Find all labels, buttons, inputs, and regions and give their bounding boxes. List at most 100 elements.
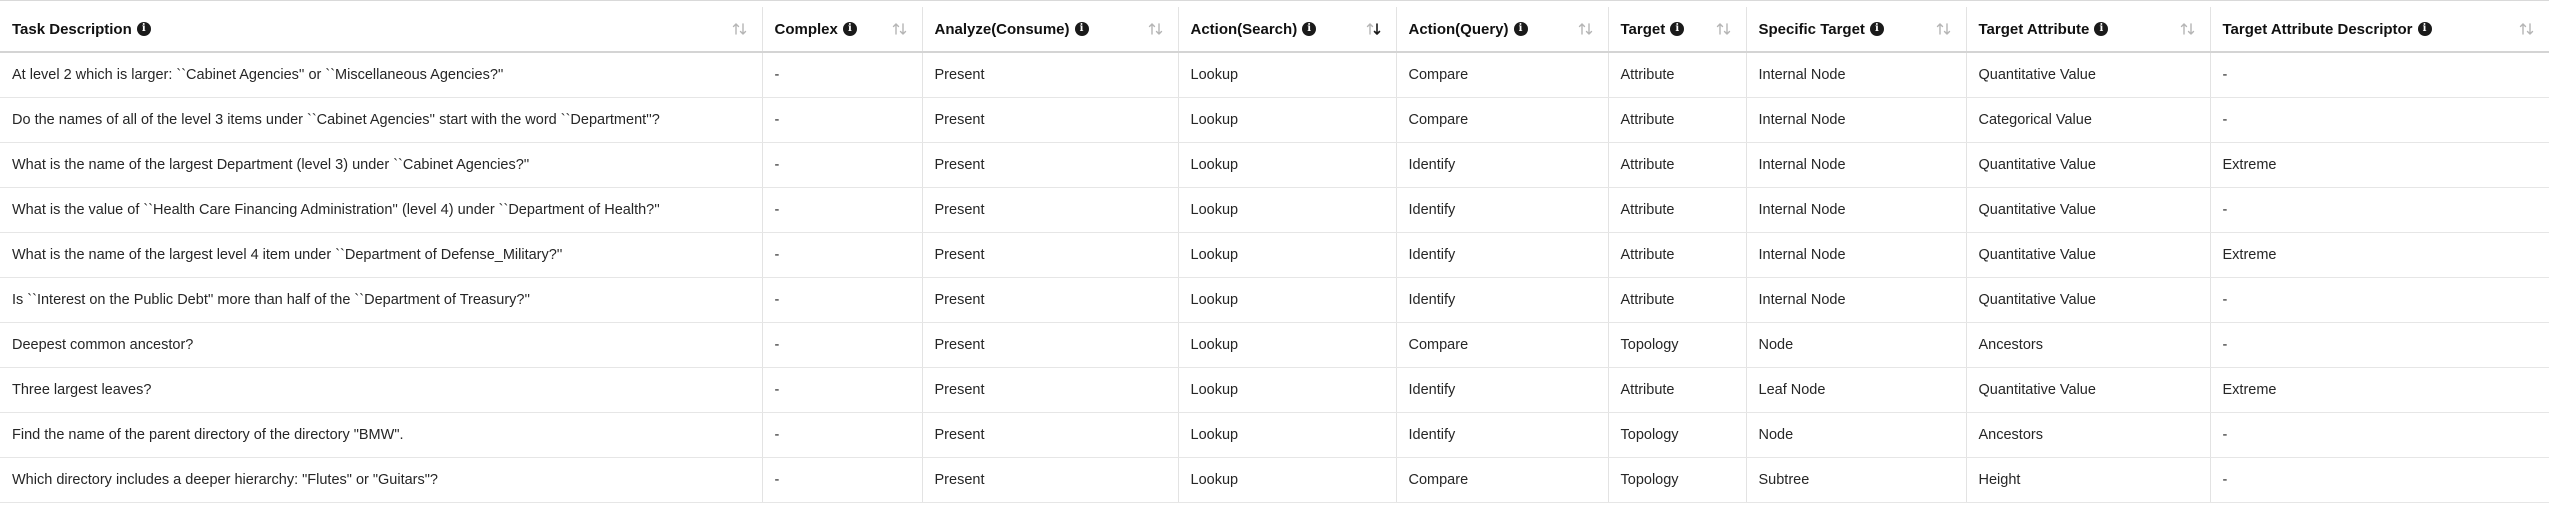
info-icon[interactable]: i <box>1074 22 1089 36</box>
cell-target-attribute: Quantitative Value <box>1966 367 2211 413</box>
table-row[interactable]: Deepest common ancestor? - Present Lookup Co… <box>0 322 2549 368</box>
sort-arrows-icon[interactable] <box>1936 22 1952 36</box>
sort-arrows-icon[interactable] <box>1148 22 1164 36</box>
table-row[interactable]: Three largest leaves? - Present Lookup Ident… <box>0 367 2549 413</box>
cell-task-description: Find the name of the parent directory of… <box>0 412 763 458</box>
sort-arrows-icon[interactable] <box>2519 22 2535 36</box>
column-header-label: Analyze(Consume) <box>934 20 1070 38</box>
cell-target: Attribute <box>1608 97 1747 143</box>
column-header-content: Specific Target i <box>1759 21 1966 38</box>
cell-analyze-consume: Present <box>922 367 1179 413</box>
cell-complex: - <box>762 187 923 233</box>
table-row[interactable]: Which directory includes a deeper hierar… <box>0 457 2549 503</box>
info-icon[interactable]: i <box>1869 22 1884 36</box>
cell-analyze-consume: Present <box>922 52 1179 98</box>
cell-target: Attribute <box>1608 277 1747 323</box>
sort-descending-icon[interactable] <box>1366 22 1382 36</box>
cell-target-attribute-descriptor: - <box>2210 277 2549 323</box>
cell-task-description: Deepest common ancestor? <box>0 322 763 368</box>
cell-target-attribute-descriptor: - <box>2210 187 2549 233</box>
cell-action-query: Identify <box>1396 187 1609 233</box>
cell-action-query: Identify <box>1396 232 1609 278</box>
column-header-complex[interactable]: Complex i <box>762 7 923 53</box>
column-header-content: Analyze(Consume) i <box>935 21 1178 38</box>
cell-specific-target: Leaf Node <box>1746 367 1967 413</box>
cell-target-attribute: Height <box>1966 457 2211 503</box>
table-row[interactable]: Find the name of the parent directory of… <box>0 412 2549 458</box>
column-header-action-search[interactable]: Action(Search) i <box>1178 7 1397 53</box>
cell-specific-target: Internal Node <box>1746 142 1967 188</box>
table-body: At level 2 which is larger: ``Cabinet Ag… <box>0 52 2549 503</box>
column-header-action-query[interactable]: Action(Query) i <box>1396 7 1609 53</box>
cell-complex: - <box>762 232 923 278</box>
cell-specific-target: Internal Node <box>1746 277 1967 323</box>
sort-arrows-icon[interactable] <box>1716 22 1732 36</box>
column-header-analyze-consume[interactable]: Analyze(Consume) i <box>922 7 1179 53</box>
table-row[interactable]: What is the value of ``Health Care Finan… <box>0 187 2549 233</box>
column-header-target[interactable]: Target i <box>1608 7 1747 53</box>
cell-target: Attribute <box>1608 52 1747 98</box>
column-header-target-attribute[interactable]: Target Attribute i <box>1966 7 2211 53</box>
cell-action-search: Lookup <box>1178 52 1397 98</box>
cell-target-attribute: Quantitative Value <box>1966 277 2211 323</box>
cell-complex: - <box>762 322 923 368</box>
column-header-specific-target[interactable]: Specific Target i <box>1746 7 1967 53</box>
cell-analyze-consume: Present <box>922 412 1179 458</box>
table-row[interactable]: What is the name of the largest Departme… <box>0 142 2549 188</box>
cell-complex: - <box>762 277 923 323</box>
table-row[interactable]: Is ``Interest on the Public Debt'' more … <box>0 277 2549 323</box>
column-header-target-attribute-descriptor[interactable]: Target Attribute Descriptor i <box>2210 7 2549 53</box>
sort-arrows-icon[interactable] <box>2180 22 2196 36</box>
cell-action-search: Lookup <box>1178 232 1397 278</box>
cell-action-search: Lookup <box>1178 322 1397 368</box>
cell-task-description: Do the names of all of the level 3 items… <box>0 97 763 143</box>
cell-target: Topology <box>1608 412 1747 458</box>
sort-arrows-icon[interactable] <box>732 22 748 36</box>
sort-arrows-icon[interactable] <box>892 22 908 36</box>
cell-analyze-consume: Present <box>922 97 1179 143</box>
table-row[interactable]: At level 2 which is larger: ``Cabinet Ag… <box>0 52 2549 98</box>
info-icon[interactable]: i <box>1302 22 1317 36</box>
info-icon[interactable]: i <box>2417 22 2432 36</box>
cell-specific-target: Node <box>1746 322 1967 368</box>
cell-complex: - <box>762 367 923 413</box>
cell-complex: - <box>762 412 923 458</box>
cell-action-search: Lookup <box>1178 457 1397 503</box>
info-icon[interactable]: i <box>136 22 151 36</box>
cell-task-description: Which directory includes a deeper hierar… <box>0 457 763 503</box>
cell-target: Attribute <box>1608 142 1747 188</box>
cell-analyze-consume: Present <box>922 232 1179 278</box>
column-header-label: Task Description <box>12 20 132 38</box>
cell-specific-target: Internal Node <box>1746 232 1967 278</box>
cell-target-attribute: Quantitative Value <box>1966 232 2211 278</box>
cell-target-attribute-descriptor: Extreme <box>2210 142 2549 188</box>
cell-target-attribute-descriptor: - <box>2210 412 2549 458</box>
cell-task-description: What is the name of the largest level 4 … <box>0 232 763 278</box>
info-icon[interactable]: i <box>842 22 857 36</box>
column-header-label: Target <box>1620 20 1666 38</box>
cell-complex: - <box>762 97 923 143</box>
cell-target: Topology <box>1608 322 1747 368</box>
cell-complex: - <box>762 457 923 503</box>
info-icon[interactable]: i <box>1670 22 1685 36</box>
cell-task-description: Is ``Interest on the Public Debt'' more … <box>0 277 763 323</box>
cell-task-description: What is the name of the largest Departme… <box>0 142 763 188</box>
cell-action-search: Lookup <box>1178 97 1397 143</box>
cell-action-query: Identify <box>1396 277 1609 323</box>
cell-task-description: At level 2 which is larger: ``Cabinet Ag… <box>0 52 763 98</box>
cell-specific-target: Subtree <box>1746 457 1967 503</box>
table-row[interactable]: What is the name of the largest level 4 … <box>0 232 2549 278</box>
cell-specific-target: Internal Node <box>1746 97 1967 143</box>
sort-arrows-icon[interactable] <box>1578 22 1594 36</box>
cell-target-attribute-descriptor: - <box>2210 52 2549 98</box>
cell-action-query: Identify <box>1396 412 1609 458</box>
cell-specific-target: Internal Node <box>1746 52 1967 98</box>
cell-target: Attribute <box>1608 187 1747 233</box>
cell-analyze-consume: Present <box>922 187 1179 233</box>
cell-action-search: Lookup <box>1178 367 1397 413</box>
info-icon[interactable]: i <box>2094 22 2109 36</box>
column-header-label: Target Attribute Descriptor <box>2222 20 2413 38</box>
info-icon[interactable]: i <box>1513 22 1528 36</box>
column-header-task-description[interactable]: Task Description i <box>0 7 763 53</box>
table-row[interactable]: Do the names of all of the level 3 items… <box>0 97 2549 143</box>
